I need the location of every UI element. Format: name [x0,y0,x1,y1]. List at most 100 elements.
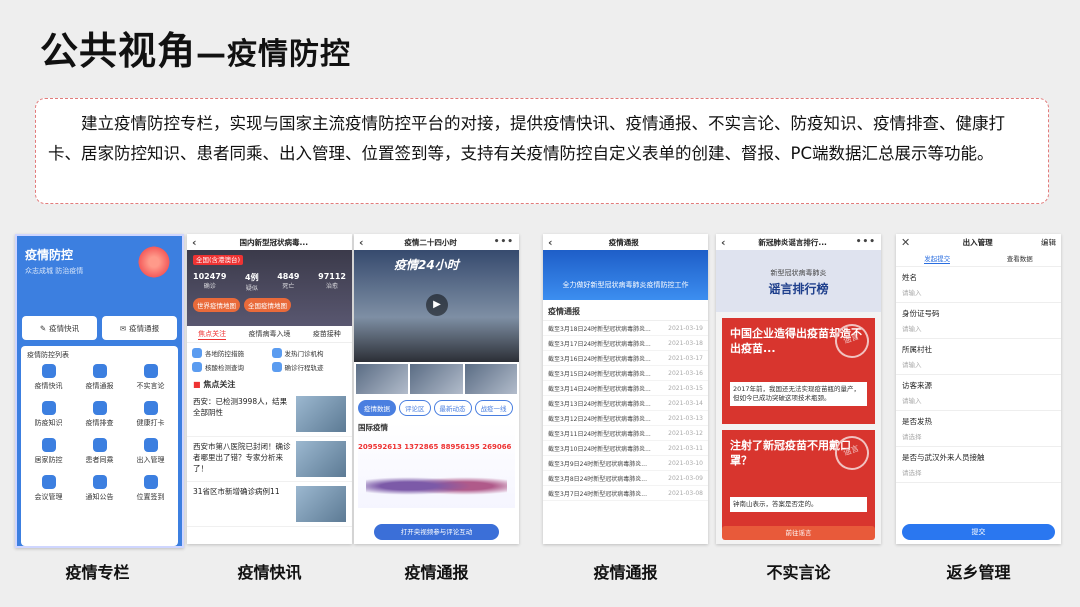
grid-item[interactable]: 出入管理 [125,438,176,465]
rumor-button[interactable]: 前往谣言 [722,526,875,540]
report-item[interactable]: 截至3月18日24时新型冠状病毒肺炎... 2021-03-19 [543,321,708,336]
grid-item[interactable]: 疫情排查 [74,401,125,428]
report-item[interactable]: 截至3月7日24时新型冠状病毒肺炎... 2021-03-08 [543,486,708,501]
report-item[interactable]: 截至3月17日24时新型冠状病毒肺炎... 2021-03-18 [543,336,708,351]
video-thumb[interactable] [464,364,517,394]
chip[interactable]: 最新动态 [433,400,472,416]
caption: 返乡管理 [946,563,1011,582]
section-title: 疫情通报 [543,300,708,321]
report-item[interactable]: 截至3月14日24时新型冠状病毒肺炎... 2021-03-15 [543,381,708,396]
pen-icon: ✎ [39,323,47,333]
entry[interactable]: 确诊行程轨迹 [271,362,348,372]
grid-item[interactable]: 健康打卡 [125,401,176,428]
form-field[interactable]: 访客来源 请输入 [896,375,1061,411]
rumor-card[interactable]: 中国企业造得出疫苗却造不出疫苗... 2017年前，我国还无法实现疫苗瓶的量产，… [722,318,875,424]
pill-news[interactable]: ✎ 疫情快讯 [22,316,97,340]
nav-title: 新冠肺炎谣言排行... [758,237,827,247]
grid-title: 疫情防控列表 [27,351,69,359]
world-map-link[interactable]: 世界疫情地图 [193,298,240,312]
report-item[interactable]: 截至3月12日24时新型冠状病毒肺炎... 2021-03-13 [543,411,708,426]
back-icon[interactable]: ‹ [192,236,197,249]
entry[interactable]: 发热门诊机构 [271,348,348,358]
news-item[interactable]: 西安：已检测3998人，结果全部阴性 [187,392,352,437]
more-icon[interactable]: ••• [856,237,876,247]
news-item[interactable]: 31省区市新增确诊病例11 [187,482,352,527]
news-image [296,396,346,432]
grid-item[interactable]: 防疫知识 [23,401,74,428]
form-field[interactable]: 是否与武汉外来人员接触 请选择 [896,447,1061,483]
grid-item[interactable]: 位置签到 [125,475,176,502]
form-field[interactable]: 姓名 请输入 [896,267,1061,303]
bell-icon [92,475,107,489]
nav-title: 疫情通报 [608,237,639,247]
phone-rumor: ‹ 新冠肺炎谣言排行... ••• 新型冠状病毒肺炎 谣言排行榜 中国企业造得出疫苗… [716,234,881,544]
stat: 97112 治愈 [318,272,346,290]
back-icon[interactable]: ‹ [721,236,726,249]
stats-banner: 全国(含港澳台) 102479 确诊 4例 疑似 4849 死亡 97112 治愈 世界… [187,250,352,326]
report-item[interactable]: 截至3月11日24时新型冠状病毒肺炎... 2021-03-12 [543,426,708,441]
grid-item[interactable]: 疫情通报 [74,364,125,391]
report-item[interactable]: 截至3月10日24时新型冠状病毒肺炎... 2021-03-11 [543,441,708,456]
clinic-icon [271,348,282,358]
chip[interactable]: 评论区 [399,400,431,416]
grid-item[interactable]: 不实言论 [125,364,176,391]
report-item[interactable]: 截至3月15日24时新型冠状病毒肺炎... 2021-03-16 [543,366,708,381]
rumor-card[interactable]: 注射了新冠疫苗不用戴口罩？ 钟南山表示，答案是否定的。 谣言 [722,430,875,530]
report-item[interactable]: 截至3月13日24时新型冠状病毒肺炎... 2021-03-14 [543,396,708,411]
grid-item[interactable]: 通知公告 [74,475,125,502]
rumor-header: 新型冠状病毒肺炎 谣言排行榜 [716,250,881,312]
pen-icon [41,364,56,378]
report-item[interactable]: 截至3月8日24时新型冠状病毒肺炎... 2021-03-09 [543,471,708,486]
grid-item[interactable]: 疫情快讯 [23,364,74,391]
report-item[interactable]: 截至3月16日24时新型冠状病毒肺炎... 2021-03-17 [543,351,708,366]
world-shape [366,472,507,500]
caption: 不实言论 [766,563,831,582]
form-field[interactable]: 所属村社 请输入 [896,339,1061,375]
stat: 102479 确诊 [193,272,227,290]
test-icon [192,362,202,372]
nav-title: 国内新型冠状病毒... [239,237,309,247]
video-player[interactable]: 疫情24小时 ▶ [354,250,519,362]
description-text: 建立疫情防控专栏，实现与国家主流疫情防控平台的对接，提供疫情快讯、疫情通报、不实… [48,114,1005,163]
block-icon [143,364,158,378]
nav-title: 出入管理 [962,237,993,247]
caption: 疫情通报 [593,563,658,582]
submit-button[interactable]: 提交 [902,524,1055,540]
news-image [296,441,346,477]
tab-vaccine[interactable]: 疫苗接种 [313,329,341,339]
video-thumb[interactable] [356,364,409,394]
tab-focus[interactable]: 焦点关注 [198,329,227,340]
tab-entry[interactable]: 疫情病毒入境 [248,329,290,339]
grid-item[interactable]: 患者同乘 [74,438,125,465]
comment-button[interactable]: 打开央视频参与评论互动 [374,524,499,540]
section-title: ■ 焦点关注 [193,380,236,389]
form-field[interactable]: 身份证号码 请输入 [896,303,1061,339]
back-icon[interactable]: ‹ [359,236,364,249]
grid-item[interactable]: 居家防控 [23,438,74,465]
chip[interactable]: 疫情数据 [358,400,396,416]
tab-submit[interactable]: 发起提交 [924,253,951,264]
pill-report[interactable]: ✉ 疫情通报 [102,316,177,340]
chat-icon: ✉ [119,323,127,333]
close-icon[interactable]: ✕ [901,236,910,249]
entry[interactable]: 核酸检测查询 [192,362,268,372]
play-icon[interactable]: ▶ [426,294,448,316]
edit-button[interactable]: 编辑 [1041,237,1056,248]
tab-view[interactable]: 查看数据 [1007,253,1033,263]
back-icon[interactable]: ‹ [548,236,553,249]
chip[interactable]: 战疫一线 [474,400,513,416]
grid-item[interactable]: 会议管理 [23,475,74,502]
report-item[interactable]: 截至3月9日24时新型冠状病毒肺炎... 2021-03-10 [543,456,708,471]
region-tag: 全国(含港澳台) [193,255,244,265]
video-thumb[interactable] [410,364,463,394]
news-item[interactable]: 西安市第八医院已封闭！确诊者哪里出了错？专家分析来了！ [187,437,352,482]
form-field[interactable]: 是否发热 请选择 [896,411,1061,447]
phone-24h: ‹ 疫情二十四小时 ••• 疫情24小时 ▶ 疫情数据 评论区 最新动态 战疫一线 … [354,234,519,544]
phone-return-mgmt: ✕ 出入管理 编辑 发起提交 查看数据 姓名 请输入 身份证号码 请输入 所属村社 请输入 访客… [896,234,1061,544]
report-icon [92,364,107,378]
china-map-link[interactable]: 全国疫情地图 [244,298,291,312]
description-box: 建立疫情防控专栏，实现与国家主流疫情防控平台的对接，提供疫情快讯、疫情通报、不实… [35,98,1049,204]
more-icon[interactable]: ••• [494,237,514,247]
entry[interactable]: 各地防控措施 [192,348,268,358]
news-image [296,486,346,522]
